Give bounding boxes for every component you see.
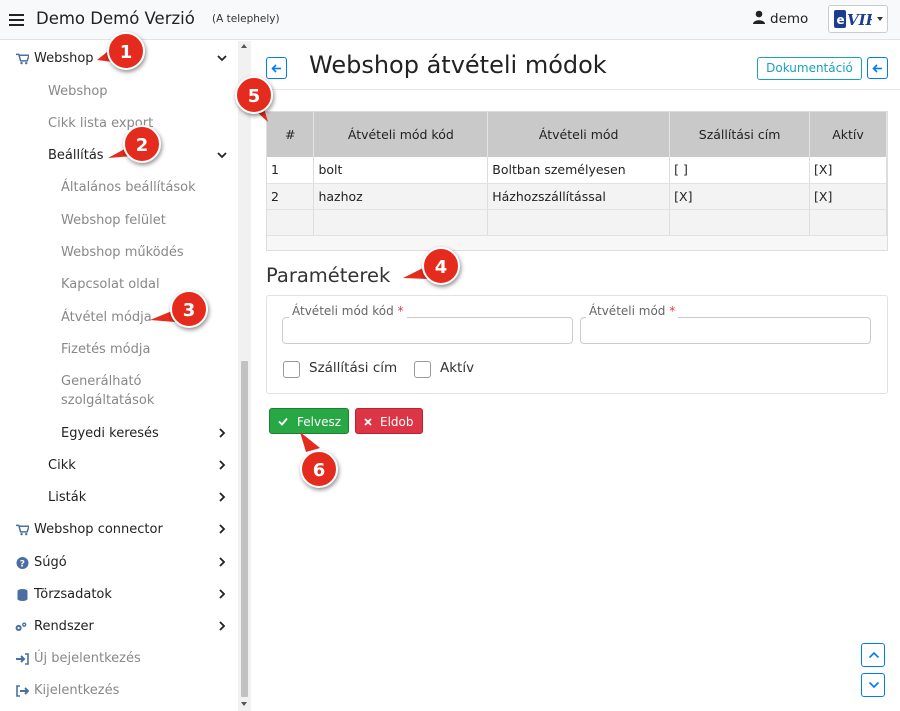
callout-marker: 4 <box>422 247 460 285</box>
callout-marker: 5 <box>235 76 273 114</box>
callout-marker: 1 <box>107 32 145 70</box>
callout-marker: 6 <box>300 450 338 488</box>
callout-pointers <box>97 52 428 452</box>
callout-marker: 3 <box>170 290 208 328</box>
callout-marker: 2 <box>123 125 161 163</box>
